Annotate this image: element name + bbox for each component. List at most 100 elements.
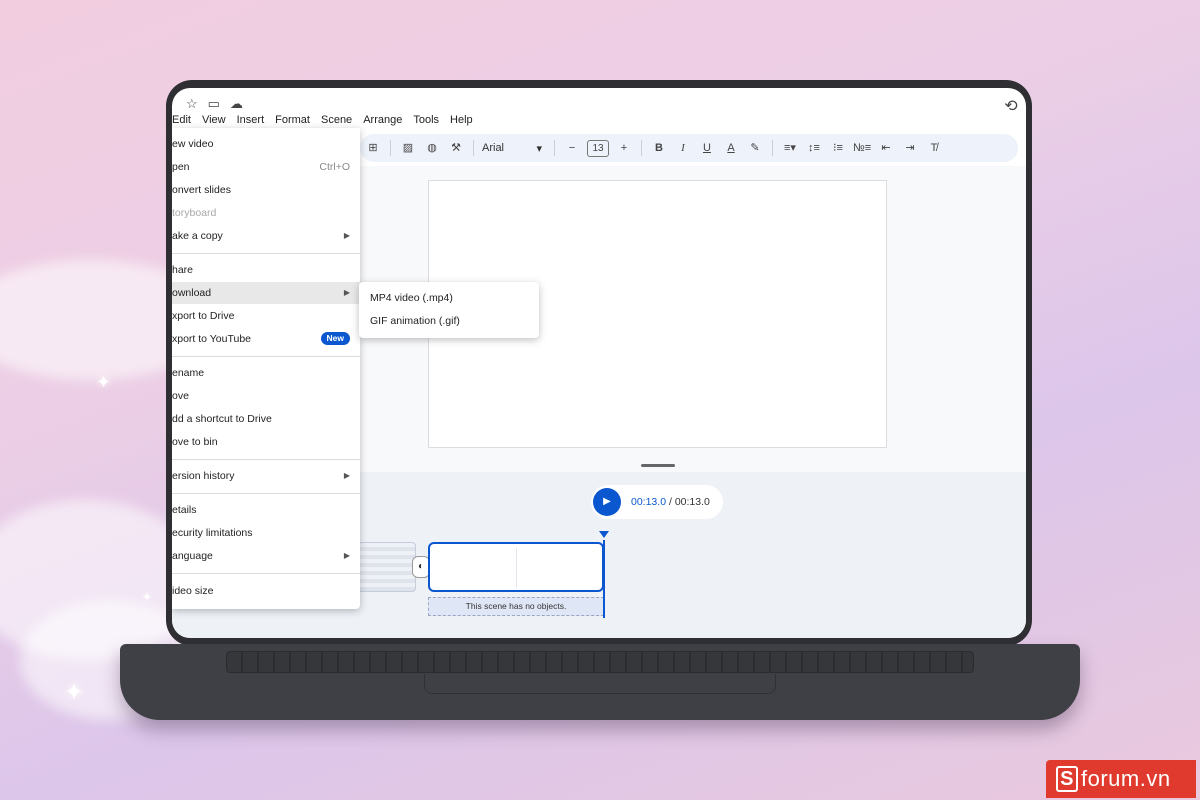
laptop-keyboard — [226, 651, 974, 673]
menu-item-shortcut: Ctrl+O — [319, 161, 350, 173]
playback-controls: ▶ 00:13.0 / 00:13.0 — [591, 485, 723, 519]
playhead-marker-icon[interactable] — [599, 531, 609, 538]
increase-indent-icon[interactable]: ⇥ — [901, 139, 919, 157]
menu-item-add-shortcut[interactable]: dd a shortcut to Drive — [172, 408, 360, 430]
scene-thumbnail-previous[interactable] — [358, 542, 416, 592]
star-icon[interactable]: ☆ — [186, 96, 198, 112]
menu-item-video-size[interactable]: ideo size — [172, 580, 360, 602]
menu-bar: Edit View Insert Format Scene Arrange To… — [172, 112, 473, 128]
sforum-watermark: S forum.vn — [1046, 760, 1196, 798]
menu-format[interactable]: Format — [275, 112, 310, 128]
menu-item-details[interactable]: etails — [172, 499, 360, 521]
sparkle-icon: ✦ — [64, 679, 85, 706]
menu-item-export-to-drive[interactable]: xport to Drive — [172, 305, 360, 327]
menu-item-make-a-copy[interactable]: ake a copy ▶ — [172, 225, 360, 247]
file-menu: ew video pen Ctrl+O onvert slides toryboa… — [172, 128, 360, 609]
submenu-arrow-icon: ▶ — [343, 231, 350, 240]
menu-item-rename[interactable]: ename — [172, 362, 360, 384]
underline-icon[interactable]: U — [698, 139, 716, 157]
line-spacing-icon[interactable]: ↕≡ — [805, 139, 823, 157]
menu-item-storyboard: toryboard — [172, 202, 360, 224]
bold-icon[interactable]: B — [650, 139, 668, 157]
menu-insert[interactable]: Insert — [237, 112, 265, 128]
decrease-indent-icon[interactable]: ⇤ — [877, 139, 895, 157]
menu-separator — [172, 356, 360, 357]
paint-format-icon[interactable]: ⚒ — [447, 139, 465, 157]
play-icon[interactable]: ▶ — [593, 488, 621, 516]
image-icon[interactable]: ▨ — [399, 139, 417, 157]
new-slide-icon[interactable]: ⊞ — [364, 139, 382, 157]
version-history-icon[interactable]: ⟲ — [1002, 98, 1020, 116]
playback-time: 00:13.0 / 00:13.0 — [631, 496, 710, 508]
menu-scene[interactable]: Scene — [321, 112, 352, 128]
submenu-arrow-icon: ▶ — [343, 471, 350, 480]
decrease-font-size-button[interactable]: − — [563, 139, 581, 157]
menu-separator — [172, 253, 360, 254]
italic-icon[interactable]: I — [674, 139, 692, 157]
toolbar-divider — [554, 140, 555, 156]
text-color-icon[interactable]: A — [722, 139, 740, 157]
menu-item-move[interactable]: ove — [172, 385, 360, 407]
bulleted-list-icon[interactable]: ⁝≡ — [829, 139, 847, 157]
menu-item-open[interactable]: pen Ctrl+O — [172, 156, 360, 178]
menu-edit[interactable]: Edit — [172, 112, 191, 128]
menu-help[interactable]: Help — [450, 112, 473, 128]
menu-item-export-to-youtube[interactable]: xport to YouTube New — [172, 328, 360, 350]
chevron-down-icon: ▾ — [536, 142, 542, 155]
submenu-arrow-icon: ▶ — [343, 551, 350, 560]
menu-separator — [172, 573, 360, 574]
scene-thumbnail-current[interactable] — [428, 542, 604, 592]
toolbar-divider — [641, 140, 642, 156]
menu-item-version-history[interactable]: ersion history ▶ — [172, 465, 360, 487]
menu-item-label: etails — [172, 504, 197, 516]
numbered-list-icon[interactable]: №≡ — [853, 139, 871, 157]
download-gif-item[interactable]: GIF animation (.gif) — [359, 310, 539, 332]
sforum-logo: S — [1056, 766, 1078, 792]
resize-handle[interactable] — [641, 464, 675, 467]
toolbar-divider — [473, 140, 474, 156]
menu-item-new-video[interactable]: ew video — [172, 133, 360, 155]
menu-item-label: ownload — [172, 287, 212, 299]
cloud-saved-icon[interactable]: ☁ — [230, 96, 243, 112]
new-badge: New — [320, 332, 350, 345]
clear-formatting-icon[interactable]: T̸ — [925, 139, 943, 157]
menu-item-label: ew video — [172, 138, 214, 150]
menu-item-download[interactable]: ownload ▶ — [172, 282, 360, 304]
scene-note: This scene has no objects. — [428, 597, 604, 616]
sparkle-icon: ✦ — [96, 372, 112, 392]
highlight-icon[interactable]: ✎ — [746, 139, 764, 157]
menu-item-label: ersion history — [172, 470, 235, 482]
increase-font-size-button[interactable]: + — [615, 139, 633, 157]
menu-item-convert-slides[interactable]: onvert slides — [172, 179, 360, 201]
menu-item-label: dd a shortcut to Drive — [172, 413, 272, 425]
font-size-input[interactable]: 13 — [587, 139, 609, 157]
toolbar-divider — [772, 140, 773, 156]
title-icons: ☆ ▭ ☁ — [172, 96, 243, 112]
submenu-arrow-icon: ▶ — [343, 288, 350, 297]
sparkle-icon: ✦ — [142, 590, 153, 604]
menu-item-label: xport to Drive — [172, 310, 235, 322]
app-screen: ☆ ▭ ☁ Edit View Insert Format Scene Arra… — [172, 88, 1026, 638]
menu-item-language[interactable]: anguage ▶ — [172, 545, 360, 567]
menu-tools[interactable]: Tools — [413, 112, 439, 128]
menu-item-label: pen — [172, 161, 190, 173]
menu-item-label: ove to bin — [172, 436, 218, 448]
menu-item-label: ove — [172, 390, 189, 402]
background-icon[interactable]: ◍ — [423, 139, 441, 157]
align-icon[interactable]: ≡▾ — [781, 139, 799, 157]
menu-item-move-to-bin[interactable]: ove to bin — [172, 431, 360, 453]
font-family-select[interactable]: Arial ▾ — [482, 142, 542, 155]
time-separator: / — [666, 496, 675, 508]
toolbar: ⊞ ▨ ◍ ⚒ Arial ▾ − 13 + B I U A ✎ ≡▾ ↕≡ ⁝… — [360, 134, 1018, 162]
menu-arrange[interactable]: Arrange — [363, 112, 402, 128]
menu-item-share[interactable]: hare — [172, 259, 360, 281]
move-folder-icon[interactable]: ▭ — [208, 96, 220, 112]
download-submenu: MP4 video (.mp4) GIF animation (.gif) — [359, 282, 539, 338]
menu-view[interactable]: View — [202, 112, 226, 128]
download-mp4-item[interactable]: MP4 video (.mp4) — [359, 287, 539, 309]
menu-item-security-limitations[interactable]: ecurity limitations — [172, 522, 360, 544]
playhead-line[interactable] — [603, 540, 605, 618]
menu-item-label: anguage — [172, 550, 213, 562]
toolbar-divider — [390, 140, 391, 156]
menu-item-label: ake a copy — [172, 230, 223, 242]
